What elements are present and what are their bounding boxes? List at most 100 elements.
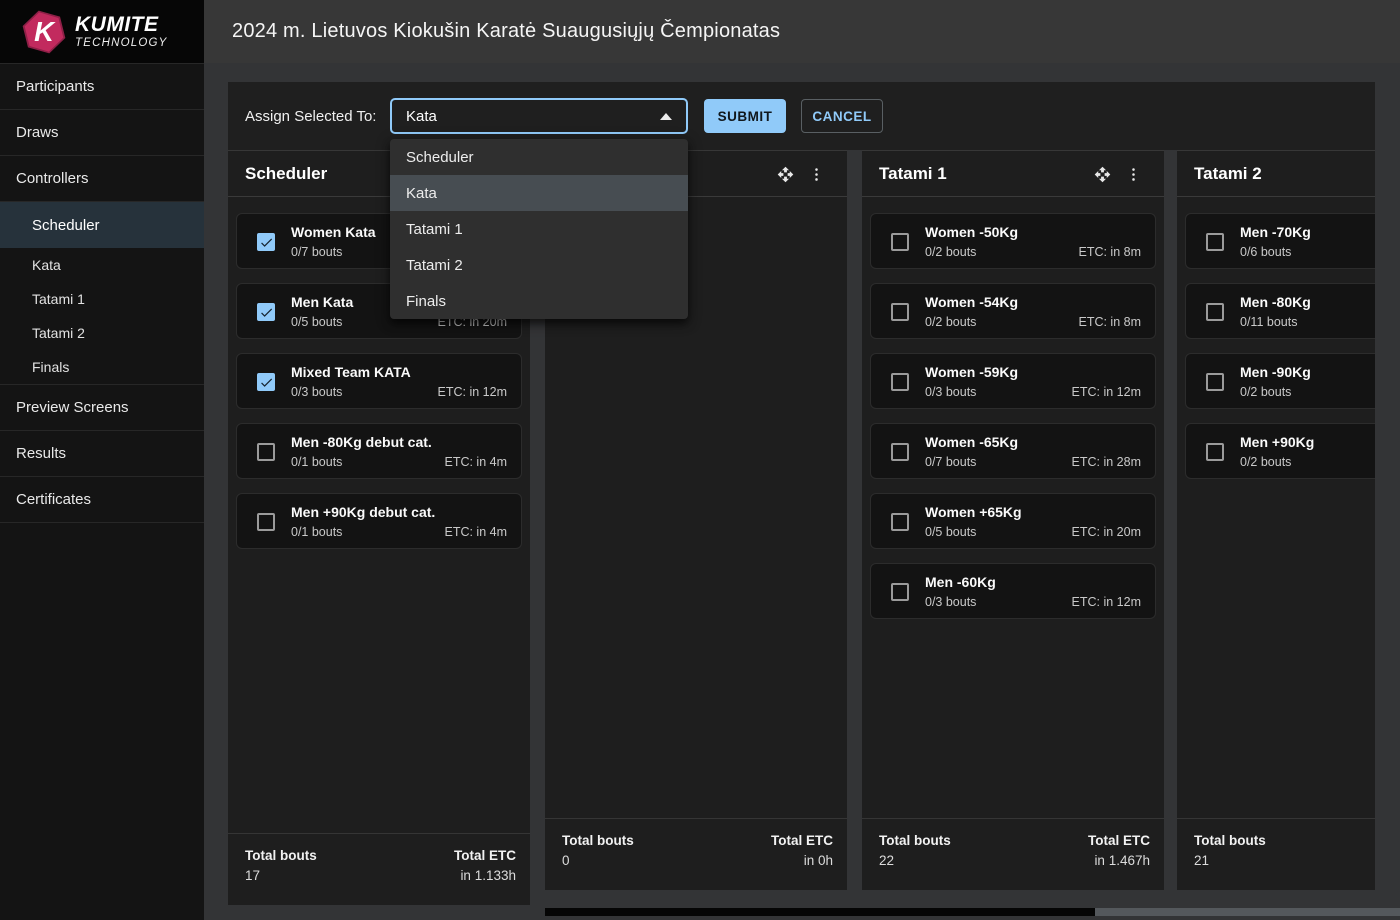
column-header-icons xyxy=(776,151,825,197)
sidebar-item-preview-screens[interactable]: Preview Screens xyxy=(0,384,204,430)
total-bouts-value: 21 xyxy=(1194,851,1266,871)
menu-option-scheduler[interactable]: Scheduler xyxy=(390,139,688,175)
category-card-men-80kg[interactable]: Men -80Kg 0/11 bouts xyxy=(1185,283,1375,339)
sidebar-item-scheduler[interactable]: Scheduler xyxy=(0,201,204,248)
category-name: Men -90Kg xyxy=(1240,364,1311,380)
column-header: Tatami 1 xyxy=(862,151,1164,197)
menu-option-finals[interactable]: Finals xyxy=(390,283,688,319)
checkbox-checked[interactable] xyxy=(257,303,275,321)
total-etc-value: in 1.133h xyxy=(454,866,516,886)
kebab-menu-icon[interactable] xyxy=(807,165,825,183)
sidebar-item-results[interactable]: Results xyxy=(0,430,204,476)
checkbox-unchecked[interactable] xyxy=(891,583,909,601)
total-bouts-value: 22 xyxy=(879,851,951,871)
assign-select-value: Kata xyxy=(406,108,660,125)
category-card-women-65kg[interactable]: Women +65Kg0/5 boutsETC: in 20m xyxy=(870,493,1156,549)
sidebar-item-kata[interactable]: Kata xyxy=(0,248,204,282)
category-etc: ETC: in 28m xyxy=(1072,455,1141,469)
column-header-icons xyxy=(1093,151,1142,197)
category-etc: ETC: in 8m xyxy=(1078,315,1141,329)
sidebar-item-draws[interactable]: Draws xyxy=(0,109,204,155)
menu-option-kata[interactable]: Kata xyxy=(390,175,688,211)
category-bouts: 0/11 bouts xyxy=(1240,315,1297,329)
svg-text:K: K xyxy=(34,16,56,47)
category-name: Men -80Kg xyxy=(1240,294,1311,310)
header-bar: 2024 m. Lietuvos Kiokušin Karatė Suaugus… xyxy=(204,0,1400,63)
category-etc: ETC: in 20m xyxy=(1072,525,1141,539)
horizontal-scrollbar-thumb[interactable] xyxy=(545,908,1095,916)
checkbox-unchecked[interactable] xyxy=(891,513,909,531)
sidebar: K KUMITE TECHNOLOGY Participants DrawsCon… xyxy=(0,0,204,920)
checkbox-unchecked[interactable] xyxy=(257,443,275,461)
kebab-menu-icon[interactable] xyxy=(1124,165,1142,183)
checkbox-checked[interactable] xyxy=(257,233,275,251)
category-card-men-70kg[interactable]: Men -70Kg0/6 bouts xyxy=(1185,213,1375,269)
menu-option-tatami-1[interactable]: Tatami 1 xyxy=(390,211,688,247)
category-card-men-90kg[interactable]: Men -90Kg0/2 bouts xyxy=(1185,353,1375,409)
sidebar-item-label: Tatami 1 xyxy=(32,291,85,307)
total-bouts-value: 17 xyxy=(245,866,317,886)
checkbox-unchecked[interactable] xyxy=(257,513,275,531)
category-card-mixed-team-kata[interactable]: Mixed Team KATA 0/3 bouts ETC: in 12m xyxy=(236,353,522,409)
column-footer: Total bouts17 Total ETCin 1.133h xyxy=(228,833,530,905)
category-list: Men -70Kg0/6 boutsMen -80Kg0/11 boutsMen… xyxy=(1177,197,1375,818)
sidebar-item-label: Certificates xyxy=(16,491,91,508)
category-name: Men +90Kg debut cat. xyxy=(291,504,435,520)
checkbox-unchecked[interactable] xyxy=(891,443,909,461)
category-card-women-54kg[interactable]: Women -54Kg0/2 boutsETC: in 8m xyxy=(870,283,1156,339)
brand-name: KUMITE xyxy=(75,14,168,35)
sidebar-item-finals[interactable]: Finals xyxy=(0,350,204,384)
checkbox-unchecked[interactable] xyxy=(1206,233,1224,251)
total-bouts-label: Total bouts xyxy=(879,831,951,851)
sidebar-item-label: Participants xyxy=(16,78,94,95)
category-card-men-90kg-debut-cat[interactable]: Men +90Kg debut cat.0/1 boutsETC: in 4m xyxy=(236,493,522,549)
brand-text: KUMITE TECHNOLOGY xyxy=(75,14,168,50)
column-title: Scheduler xyxy=(245,151,327,197)
cancel-button[interactable]: CANCEL xyxy=(801,99,883,133)
brand-logo: K KUMITE TECHNOLOGY xyxy=(0,0,204,63)
column-footer: Total bouts22Total ETCin 1.467h xyxy=(862,818,1164,890)
total-bouts-label: Total bouts xyxy=(245,846,317,866)
category-bouts: 0/5 bouts xyxy=(291,315,342,329)
horizontal-scrollbar-track[interactable] xyxy=(545,908,1400,916)
checkbox-unchecked[interactable] xyxy=(891,303,909,321)
sidebar-item-controllers[interactable]: Controllers xyxy=(0,155,204,201)
column-title: Tatami 1 xyxy=(879,151,947,197)
category-name: Men Kata xyxy=(291,294,353,310)
sidebar-divider xyxy=(0,522,204,523)
category-card-men-60kg[interactable]: Men -60Kg0/3 boutsETC: in 12m xyxy=(870,563,1156,619)
category-bouts: 0/3 bouts xyxy=(291,385,342,399)
category-bouts: 0/5 bouts xyxy=(925,525,976,539)
category-card-women-65kg[interactable]: Women -65Kg0/7 boutsETC: in 28m xyxy=(870,423,1156,479)
checkbox-unchecked[interactable] xyxy=(1206,303,1224,321)
checkbox-unchecked[interactable] xyxy=(1206,373,1224,391)
category-name: Mixed Team KATA xyxy=(291,364,411,380)
category-bouts: 0/2 bouts xyxy=(925,245,976,259)
column-header: Tatami 2 xyxy=(1177,151,1375,197)
submit-button[interactable]: SUBMIT xyxy=(704,99,786,133)
checkbox-checked[interactable] xyxy=(257,373,275,391)
open-with-icon[interactable] xyxy=(776,165,794,183)
category-name: Men +90Kg xyxy=(1240,434,1314,450)
checkbox-unchecked[interactable] xyxy=(891,373,909,391)
footer-total-bouts: Total bouts17 xyxy=(245,846,317,886)
checkbox-unchecked[interactable] xyxy=(891,233,909,251)
assign-target-select[interactable]: Kata xyxy=(390,98,688,134)
sidebar-item-certificates[interactable]: Certificates xyxy=(0,476,204,522)
sidebar-item-tatami-1[interactable]: Tatami 1 xyxy=(0,282,204,316)
category-name: Women -65Kg xyxy=(925,434,1018,450)
footer-total-etc: Total ETCin 1.133h xyxy=(454,846,516,886)
open-with-icon[interactable] xyxy=(1093,165,1111,183)
total-bouts-label: Total bouts xyxy=(1194,831,1266,851)
category-card-men-90kg[interactable]: Men +90Kg0/2 bouts xyxy=(1185,423,1375,479)
checkbox-unchecked[interactable] xyxy=(1206,443,1224,461)
category-card-men-80kg-debut-cat[interactable]: Men -80Kg debut cat.0/1 boutsETC: in 4m xyxy=(236,423,522,479)
total-etc-label: Total ETC xyxy=(454,846,516,866)
category-card-women-50kg[interactable]: Women -50Kg0/2 boutsETC: in 8m xyxy=(870,213,1156,269)
sidebar-item-participants[interactable]: Participants xyxy=(0,63,204,109)
category-etc: ETC: in 12m xyxy=(438,385,507,399)
sidebar-item-tatami-2[interactable]: Tatami 2 xyxy=(0,316,204,350)
category-card-women-59kg[interactable]: Women -59Kg0/3 boutsETC: in 12m xyxy=(870,353,1156,409)
menu-option-tatami-2[interactable]: Tatami 2 xyxy=(390,247,688,283)
category-bouts: 0/3 bouts xyxy=(925,385,976,399)
